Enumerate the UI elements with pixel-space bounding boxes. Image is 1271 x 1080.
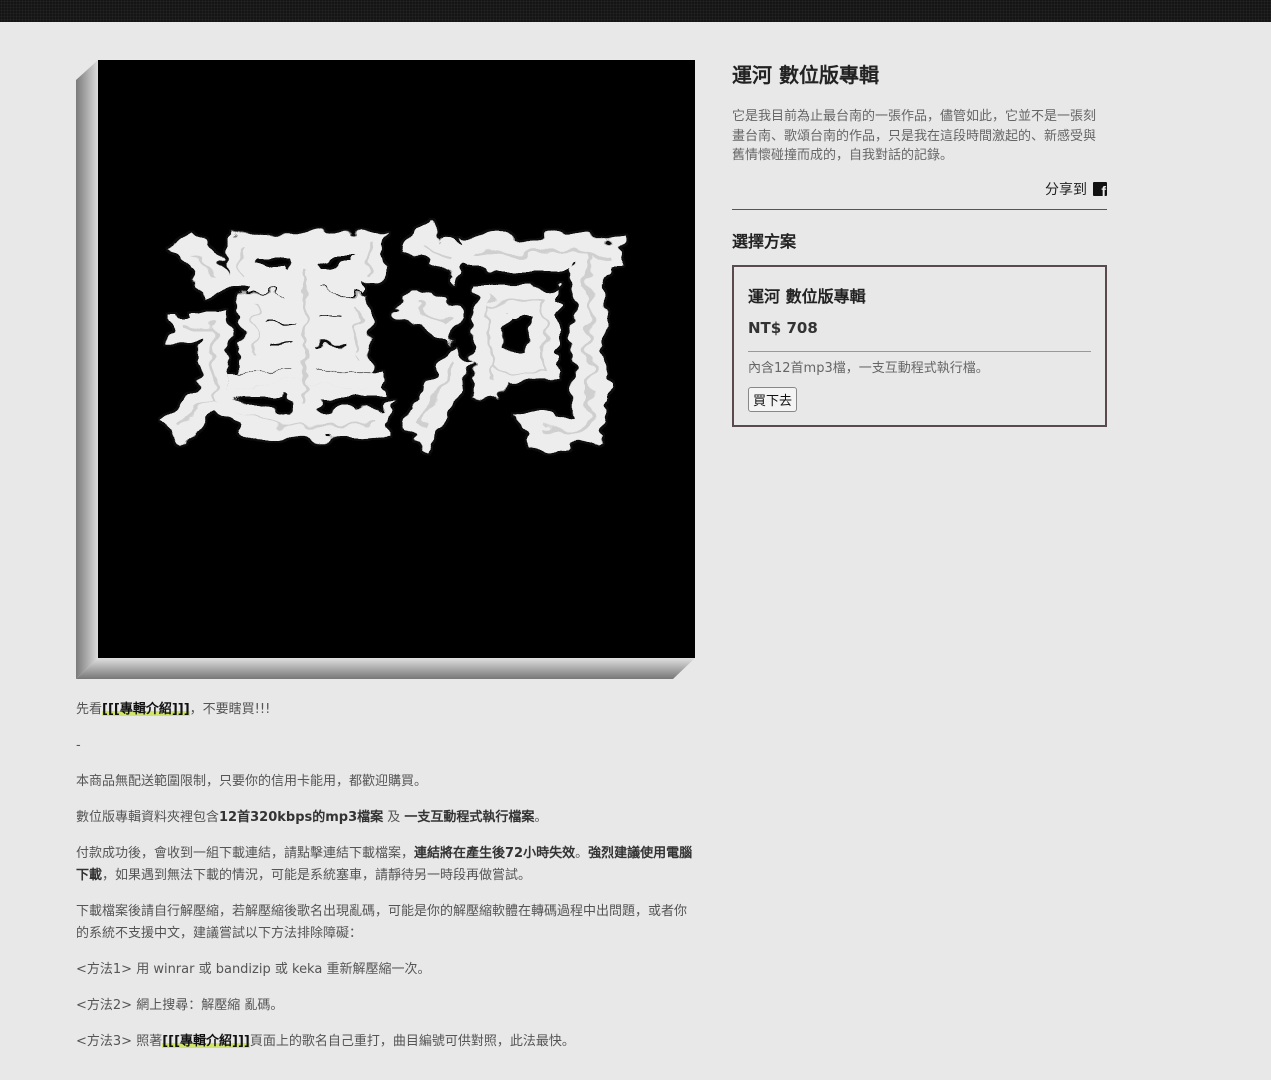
album-cover: 運河: [76, 60, 695, 679]
plan-note: 內含12首mp3檔，一支互動程式執行檔。: [748, 360, 989, 376]
shipping-paragraph: 本商品無配送範圍限制，只要你的信用卡能用，都歡迎購買。: [76, 774, 428, 789]
top-bar: [0, 0, 1271, 22]
plan-name: 運河 數位版專輯: [748, 286, 866, 306]
product-panel: 運河 數位版專輯 它是我目前為止最台南的一張作品，儘管如此，它並不是一張刻畫台南…: [732, 60, 1107, 427]
share-label: 分享到: [1045, 181, 1087, 198]
plan-card: 運河 數位版專輯 NT$ 708 內含12首mp3檔，一支互動程式執行檔。 買下…: [732, 264, 1107, 427]
cover-title-text: 運河: [164, 210, 628, 476]
product-summary: 它是我目前為止最台南的一張作品，儘管如此，它並不是一張刻畫台南、歌頌台南的作品，…: [732, 109, 1097, 163]
product-title: 運河 數位版專輯: [732, 63, 879, 87]
album-intro-link[interactable]: [[[專輯介紹]]]: [162, 1034, 250, 1049]
plans-section-title: 選擇方案: [732, 231, 797, 251]
share-facebook[interactable]: 分享到: [732, 178, 1107, 200]
album-intro-link[interactable]: [[[專輯介紹]]]: [102, 702, 190, 717]
divider: [732, 208, 1107, 210]
method-1: <方法1> 用 winrar 或 bandizip 或 keka 重新解壓縮一次…: [76, 962, 431, 977]
method-2: <方法2> 網上搜尋：解壓縮 亂碼。: [76, 998, 284, 1013]
unzip-paragraph: 下載檔案後請自行解壓縮，若解壓縮後歌名出現亂碼，可能是你的解壓縮軟體在轉碼過程中…: [76, 904, 688, 941]
method-3: <方法3> 照著[[[專輯介紹]]]頁面上的歌名自己重打，曲目編號可供對照，此法…: [76, 1034, 575, 1049]
separator-dash: -: [76, 738, 81, 753]
contents-paragraph: 數位版專輯資料夾裡包含12首320kbps的mp3檔案 及 一支互動程式執行檔案…: [76, 810, 548, 825]
buy-button[interactable]: 買下去: [748, 386, 798, 412]
download-paragraph: 付款成功後，會收到一組下載連結，請點擊連結下載檔案，連結將在產生後72小時失效。…: [76, 846, 693, 883]
plan-price: NT$ 708: [748, 318, 818, 337]
plan-divider: [748, 350, 1091, 352]
product-description: 先看[[[專輯介紹]]]，不要瞎買!!! - 本商品無配送範圍限制，只要你的信用…: [76, 699, 698, 1067]
intro-paragraph: 先看[[[專輯介紹]]]，不要瞎買!!!: [76, 702, 271, 717]
facebook-icon[interactable]: [1093, 181, 1107, 199]
